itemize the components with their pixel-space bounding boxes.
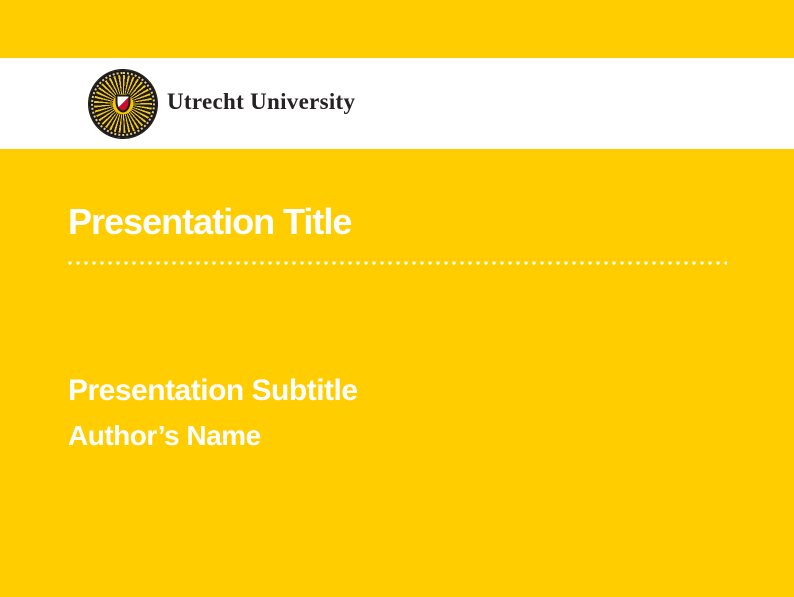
dotted-divider (66, 260, 727, 266)
logo-band: Utrecht University (0, 58, 794, 149)
presentation-subtitle: Presentation Subtitle (68, 376, 358, 406)
author-name: Author’s Name (68, 422, 261, 450)
top-yellow-band (0, 0, 794, 58)
university-name: Utrecht University (167, 90, 355, 113)
presentation-title-slide: Utrecht University Presentation Title Pr… (0, 0, 794, 597)
presentation-title: Presentation Title (68, 204, 351, 240)
utrecht-shield-icon (116, 94, 131, 112)
utrecht-sun-emblem-icon (89, 70, 157, 138)
